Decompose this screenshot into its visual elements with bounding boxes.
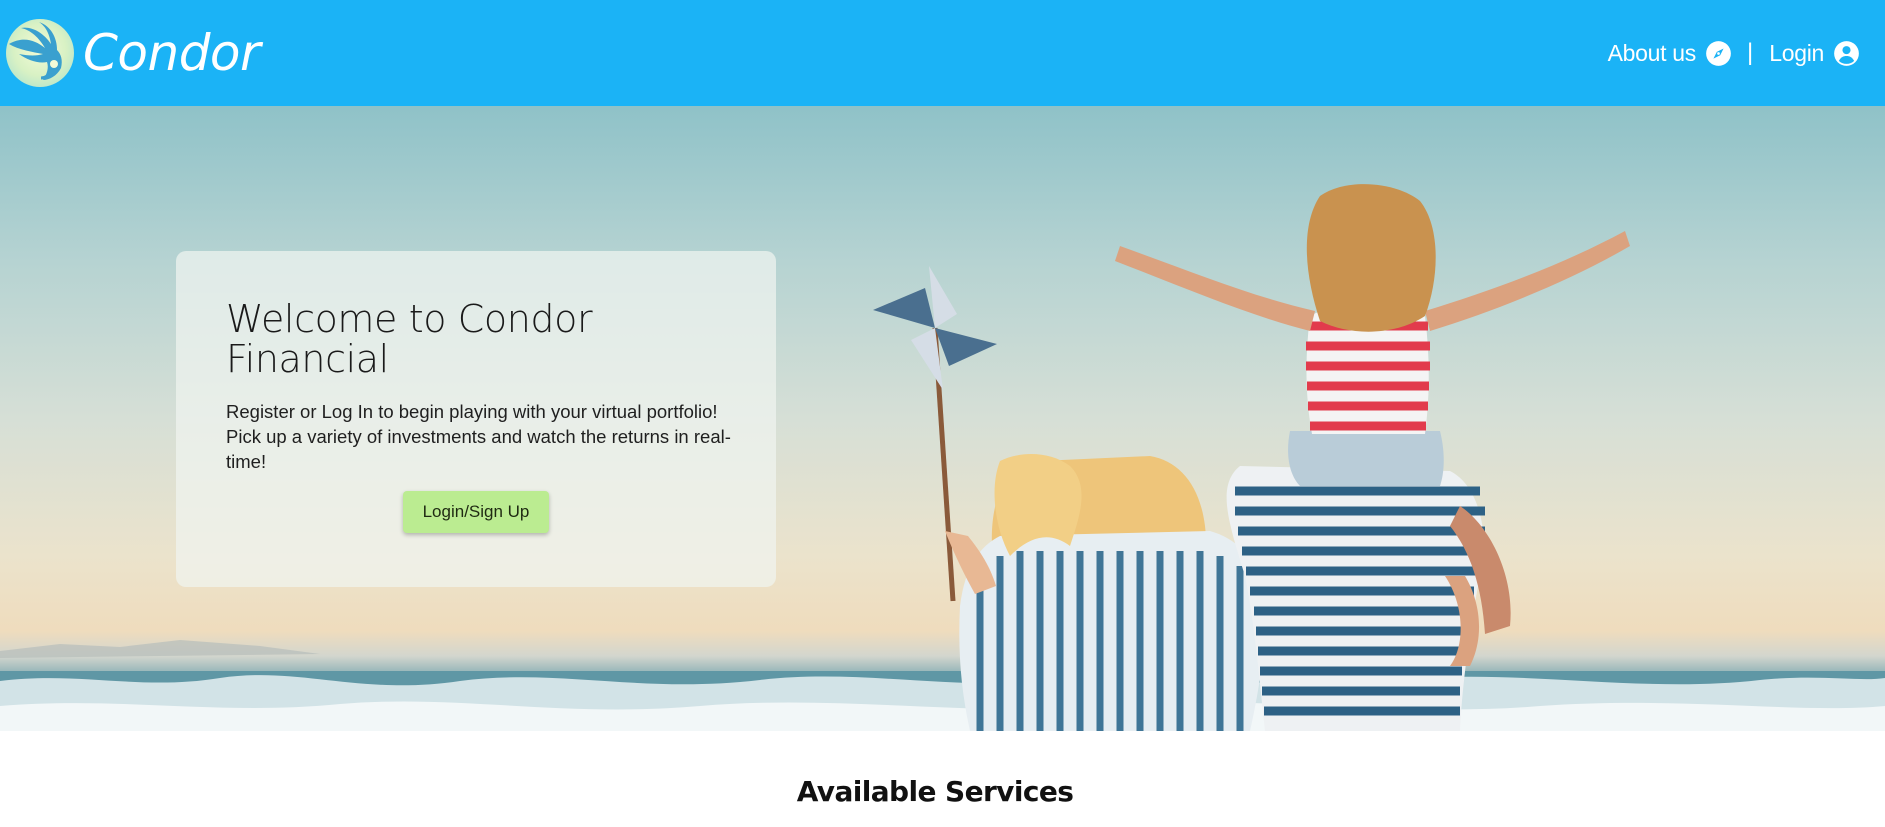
nav-login[interactable]: Login bbox=[1769, 40, 1860, 67]
condor-logo-icon bbox=[6, 19, 74, 87]
nav-about-us-label: About us bbox=[1607, 39, 1697, 66]
welcome-description: Register or Log In to begin playing with… bbox=[226, 401, 731, 472]
available-services-heading: Available Services bbox=[796, 775, 1074, 808]
user-circle-icon bbox=[1834, 40, 1859, 66]
cta-container: Login/Sign Up bbox=[226, 491, 726, 533]
top-nav-bar: Condor About us | Login bbox=[0, 0, 1885, 106]
nav-login-label: Login bbox=[1769, 39, 1824, 66]
compass-icon bbox=[1706, 40, 1731, 66]
hero-banner: Welcome to Condor Financial Register or … bbox=[0, 106, 1885, 731]
nav-separator: | bbox=[1746, 39, 1754, 66]
brand-name: Condor bbox=[83, 24, 261, 82]
nav-about-us[interactable]: About us bbox=[1608, 40, 1732, 67]
login-signup-button[interactable]: Login/Sign Up bbox=[402, 491, 550, 533]
nav-links: About us | Login bbox=[1608, 39, 1885, 67]
brand[interactable]: Condor bbox=[0, 0, 261, 106]
welcome-card: Welcome to Condor Financial Register or … bbox=[176, 251, 776, 587]
welcome-title: Welcome to Condor Financial bbox=[226, 297, 593, 381]
